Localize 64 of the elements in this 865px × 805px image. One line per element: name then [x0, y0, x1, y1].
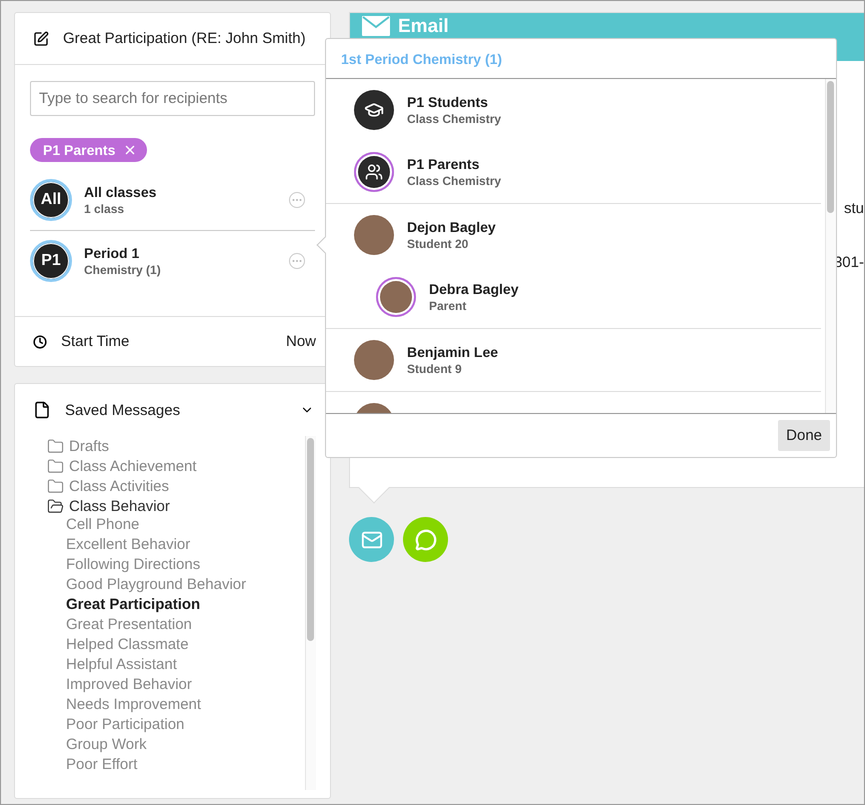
message-text: stu [844, 200, 864, 217]
start-time-value[interactable]: Now [286, 333, 316, 350]
email-title: Email [398, 16, 449, 37]
recipient-detail: Student 20 [407, 237, 470, 251]
message-item[interactable]: Great Participation [47, 596, 300, 616]
class-name: Period 1 [84, 244, 140, 260]
document-icon [33, 401, 51, 419]
group-icon [365, 163, 383, 181]
group-avatar[interactable] [354, 90, 394, 130]
folder-label: Drafts [69, 438, 110, 454]
folder-label: Class Activities [69, 478, 170, 494]
class-detail: Chemistry (1) [84, 262, 162, 276]
clock-icon [33, 334, 47, 348]
class-badge: P1 [30, 240, 72, 282]
recipient-tag: P1 Parents [30, 138, 148, 162]
class-detail: 1 class [84, 202, 126, 216]
folder-icon [47, 438, 64, 454]
message-item[interactable]: Good Playground Behavior [47, 576, 300, 596]
message-item[interactable]: Poor Participation [47, 716, 300, 736]
message-item[interactable]: Poor Effort [47, 756, 300, 776]
class-badge: All [30, 179, 72, 221]
speech-bubble-icon [414, 528, 436, 550]
folder-label: Class Behavior [69, 498, 170, 514]
envelope-icon [362, 16, 390, 36]
message-item[interactable]: Helpful Assistant [47, 656, 300, 676]
avatar-placeholder[interactable] [376, 277, 416, 317]
group-avatar[interactable] [354, 152, 394, 192]
folder-item[interactable]: Class Achievement [47, 456, 300, 476]
folder-icon [47, 458, 64, 474]
recipient-name: P1 Students [407, 94, 489, 110]
edit-icon [33, 30, 49, 46]
folder-item[interactable]: Class Activities [47, 476, 300, 496]
message-item[interactable]: Cell Phone [47, 516, 300, 536]
recipient-name: P1 Parents [407, 156, 480, 172]
message-item[interactable]: Group Work [47, 736, 300, 756]
open-folder-icon [47, 498, 64, 514]
folder-label: Class Achievement [69, 458, 197, 474]
search-field[interactable]: Type to search for recipients [30, 81, 315, 116]
recipient-name: Benjamin Lee [407, 344, 500, 360]
avatar-placeholder[interactable] [354, 340, 394, 380]
recipient-detail: Class Chemistry [407, 112, 502, 126]
folder-item[interactable]: Class Behavior [47, 496, 300, 516]
recipient-name: Dejon Bagley [407, 219, 497, 235]
message-title: Great Participation (RE: John Smith) [63, 30, 307, 47]
done-button[interactable]: Done [778, 420, 830, 451]
message-item[interactable]: Following Directions [47, 556, 300, 576]
panel-title: Saved Messages [65, 402, 182, 418]
recipient-detail: Parent [429, 299, 468, 313]
scrollbar-thumb[interactable] [307, 438, 314, 641]
folder-icon [47, 478, 64, 494]
class-name: All classes [84, 184, 158, 200]
message-item[interactable]: Helped Classmate [47, 636, 300, 656]
recipient-name: Debra Bagley [429, 281, 520, 297]
message-item[interactable]: Great Presentation [47, 616, 300, 636]
recipient-detail: Class Chemistry [407, 174, 502, 188]
avatar-placeholder[interactable] [354, 215, 394, 255]
message-item[interactable]: Improved Behavior [47, 676, 300, 696]
popover-title: 1st Period Chemistry (1) [341, 50, 502, 66]
recipient-detail: Student 9 [407, 362, 463, 376]
message-item[interactable]: Excellent Behavior [47, 536, 300, 556]
start-time-label: Start Time [61, 333, 130, 350]
scrollbar-thumb[interactable] [827, 81, 834, 213]
message-item[interactable]: Needs Improvement [47, 696, 300, 716]
folder-item[interactable]: Drafts [47, 436, 300, 456]
